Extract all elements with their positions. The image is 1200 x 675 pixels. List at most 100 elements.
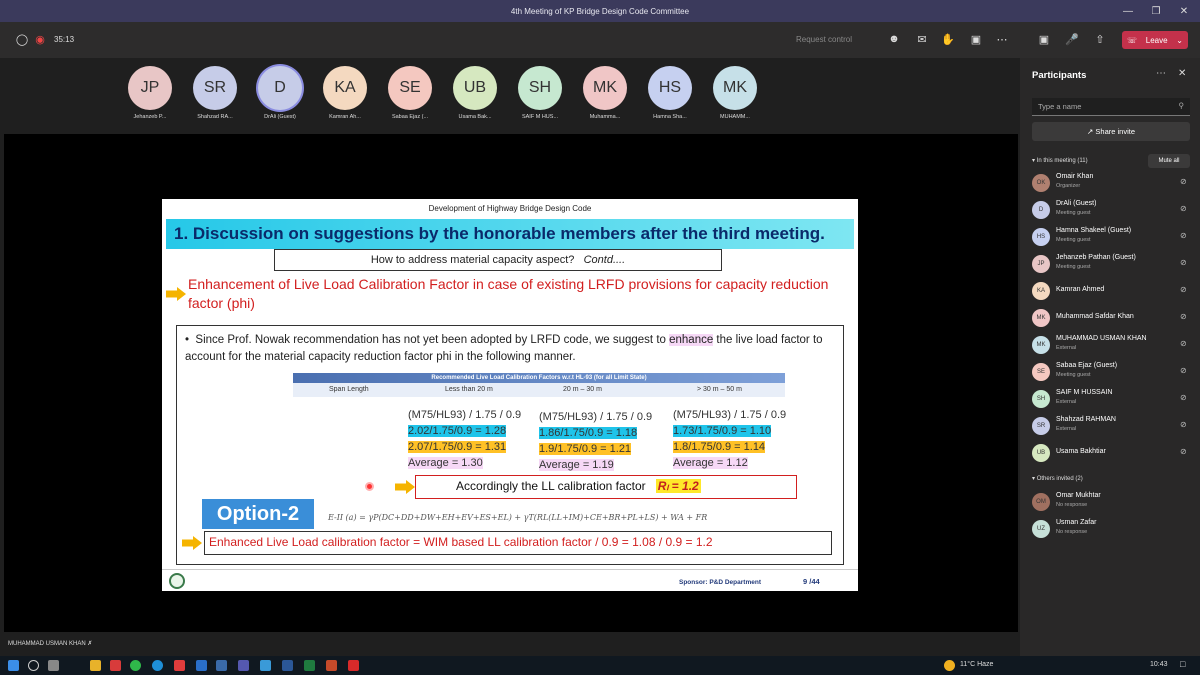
notifications-icon[interactable]: □: [1180, 659, 1185, 669]
table-title: Recommended Live Load Calibration Factor…: [293, 373, 785, 383]
participant-row[interactable]: UZ Usman Zafar No response: [1032, 517, 1192, 541]
powerpoint-icon[interactable]: [326, 660, 337, 671]
participant-row[interactable]: OK Omair Khan Organizer ⊘: [1032, 171, 1192, 195]
search-icon[interactable]: [28, 660, 39, 671]
participant-avatar[interactable]: KA: [323, 66, 367, 110]
close-icon[interactable]: ✕: [1170, 0, 1198, 22]
ll-text: Accordingly the LL calibration factor: [456, 479, 646, 493]
avatar: SE: [1032, 363, 1050, 381]
participant-search-input[interactable]: Type a name ⚲: [1032, 98, 1190, 116]
mic-off-icon[interactable]: ⊘: [1180, 393, 1187, 402]
ll-value: Rₗ = 1.2: [655, 479, 701, 493]
chevron-down-icon[interactable]: ⌄: [1176, 36, 1183, 45]
participant-row[interactable]: D DrAli (Guest) Meeting guest ⊘: [1032, 198, 1192, 222]
mic-off-icon[interactable]: ⊘: [1180, 339, 1187, 348]
others-invited-section[interactable]: ▾ Others invited (2): [1032, 475, 1083, 482]
participant-row[interactable]: SE Sabaa Ejaz (Guest) Meeting guest ⊘: [1032, 360, 1192, 384]
camera-off-icon[interactable]: ▣: [1036, 31, 1052, 47]
in-meeting-section[interactable]: ▾ In this meeting (11): [1032, 157, 1088, 164]
bullet-highlight: enhance: [669, 334, 714, 346]
mic-off-icon[interactable]: 🎤: [1064, 31, 1080, 47]
participant-row[interactable]: HS Hamna Shakeel (Guest) Meeting guest ⊘: [1032, 225, 1192, 249]
laser-pointer: [365, 482, 374, 491]
app-icon[interactable]: [260, 660, 271, 671]
request-control-button[interactable]: Request control: [796, 35, 852, 44]
mic-off-icon[interactable]: ⊘: [1180, 312, 1187, 321]
share-screen-icon[interactable]: ⇧: [1092, 31, 1108, 47]
participant-avatar[interactable]: MK: [583, 66, 627, 110]
participant-avatar[interactable]: UB: [453, 66, 497, 110]
participant-avatar[interactable]: MK: [713, 66, 757, 110]
mic-off-icon[interactable]: ⊘: [1180, 177, 1187, 186]
participant-row[interactable]: MK Muhammad Safdar Khan ⊘: [1032, 306, 1192, 330]
share-invite-button[interactable]: ↗ Share invite: [1032, 122, 1190, 141]
mic-off-icon[interactable]: ⊘: [1180, 285, 1187, 294]
app-icon[interactable]: [174, 660, 185, 671]
participant-row[interactable]: JP Jehanzeb Pathan (Guest) Meeting guest ⊘: [1032, 252, 1192, 276]
windows-start-icon[interactable]: [8, 660, 19, 671]
calc-line: 1.9/1.75/0.9 = 1.21: [539, 443, 632, 455]
weather-text[interactable]: 11°C Haze: [960, 661, 993, 668]
weather-icon[interactable]: [944, 660, 955, 671]
page-number: 9 /44: [803, 577, 820, 586]
chrome-icon[interactable]: [130, 660, 141, 671]
participant-row[interactable]: UB Usama Bakhtiar ⊘: [1032, 441, 1192, 465]
participant-avatar[interactable]: HS: [648, 66, 692, 110]
edge-icon[interactable]: [152, 660, 163, 671]
avatar: UB: [1032, 444, 1050, 462]
mic-off-icon[interactable]: ⊘: [1180, 366, 1187, 375]
participant-avatar[interactable]: SE: [388, 66, 432, 110]
in-meeting-label: In this meeting (11): [1036, 158, 1088, 164]
participant-row[interactable]: SH SAIF M HUSSAIN External ⊘: [1032, 387, 1192, 411]
maximize-icon[interactable]: ❐: [1142, 0, 1170, 22]
participant-name: DrAli (Guest): [264, 114, 296, 120]
mic-off-icon[interactable]: ⊘: [1180, 447, 1187, 456]
excel-icon[interactable]: [304, 660, 315, 671]
participant-name: Kamran Ah...: [329, 114, 361, 120]
participant-row[interactable]: SR Shahzad RAHMAN External ⊘: [1032, 414, 1192, 438]
mute-all-button[interactable]: Mute all: [1148, 154, 1190, 168]
leave-button[interactable]: ☏ Leave ⌄: [1122, 31, 1188, 49]
table-columns: Span Length Less than 20 m 20 m – 30 m >…: [293, 383, 785, 397]
mic-off-icon[interactable]: ⊘: [1180, 420, 1187, 429]
mic-off-icon[interactable]: ⊘: [1180, 204, 1187, 213]
people-icon[interactable]: ☻: [886, 31, 902, 47]
minimize-icon[interactable]: —: [1114, 0, 1142, 22]
calc-line: 1.86/1.75/0.9 = 1.18: [539, 427, 638, 439]
more-options-icon[interactable]: ⋯: [994, 31, 1010, 47]
participant-avatar[interactable]: JP: [128, 66, 172, 110]
participant-avatar[interactable]: SR: [193, 66, 237, 110]
teams-icon[interactable]: [238, 660, 249, 671]
close-icon[interactable]: ✕: [1178, 68, 1186, 79]
participant-name: Hamna Sha...: [653, 114, 687, 120]
mic-off-icon[interactable]: ⊘: [1180, 258, 1187, 267]
calc-column: (M75/HL93) / 1.75 / 0.9 2.02/1.75/0.9 = …: [408, 407, 521, 471]
participant-row[interactable]: OM Omar Mukhtar No response: [1032, 490, 1192, 514]
avatar: KA: [1032, 282, 1050, 300]
shield-icon: ◯: [15, 33, 29, 46]
window-title: 4th Meeting of KP Bridge Design Code Com…: [510, 6, 690, 16]
word-icon[interactable]: [282, 660, 293, 671]
app-icon[interactable]: [216, 660, 227, 671]
task-view-icon[interactable]: [48, 660, 59, 671]
participant-row[interactable]: KA Kamran Ahmed ⊘: [1032, 279, 1192, 303]
participant-name: Omair Khan: [1056, 173, 1094, 180]
rooms-icon[interactable]: ▣: [968, 31, 984, 47]
office-icon[interactable]: [110, 660, 121, 671]
calc-line: 1.8/1.75/0.9 = 1.14: [673, 441, 766, 453]
acrobat-icon[interactable]: [348, 660, 359, 671]
participant-avatar[interactable]: D: [258, 66, 302, 110]
chat-icon[interactable]: ✉: [914, 31, 930, 47]
participant-role: No response: [1056, 529, 1088, 535]
clock[interactable]: 10:43: [1150, 661, 1168, 668]
participant-avatar[interactable]: SH: [518, 66, 562, 110]
participant-row[interactable]: MK MUHAMMAD USMAN KHAN External ⊘: [1032, 333, 1192, 357]
outlook-icon[interactable]: [196, 660, 207, 671]
meeting-timer: 35:13: [54, 35, 75, 44]
slide-header: Development of Highway Bridge Design Cod…: [428, 204, 592, 213]
file-explorer-icon[interactable]: [90, 660, 101, 671]
red-heading: Enhancement of Live Load Calibration Fac…: [188, 276, 829, 311]
more-options-icon[interactable]: ⋯: [1156, 68, 1166, 79]
reactions-icon[interactable]: ✋: [940, 31, 956, 47]
mic-off-icon[interactable]: ⊘: [1180, 231, 1187, 240]
